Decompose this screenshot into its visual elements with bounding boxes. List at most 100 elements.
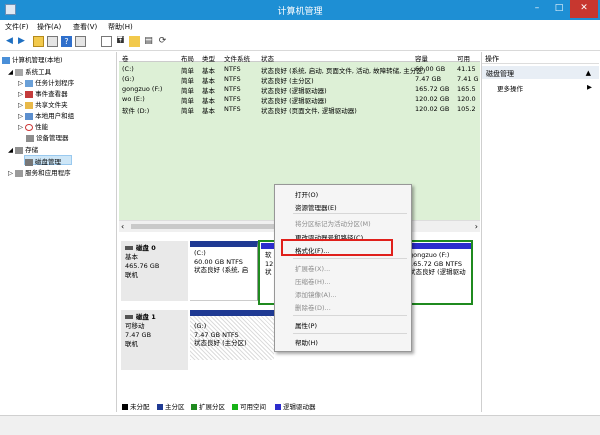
volume-free: 105.2	[457, 105, 476, 113]
toolbar: ◀ ▶ ? 🖬 ▤ ⟳	[0, 33, 600, 51]
tree-device-manager[interactable]: 设备管理器	[26, 132, 69, 142]
menu-bar: 文件(F) 操作(A) 查看(V) 帮助(H)	[0, 20, 600, 33]
menu-item-properties[interactable]: 属性(P)	[295, 320, 317, 330]
volume-status: 状态良好 (页面文件, 逻辑驱动器)	[261, 107, 357, 115]
legend: 未分配 主分区 扩展分区 可用空间 逻辑驱动器	[119, 399, 480, 411]
storage-icon	[15, 146, 24, 154]
folder-icon[interactable]	[129, 36, 140, 47]
table-row[interactable]: (G:) 简单 基本 NTFS 状态良好 (主分区) 7.47 GB 7.41 …	[119, 74, 480, 85]
table-row[interactable]: 软件 (D:) 简单 基本 NTFS 状态良好 (页面文件, 逻辑驱动器) 12…	[119, 104, 480, 115]
up-folder-icon[interactable]	[33, 36, 44, 47]
actions-group-label: 磁盘管理	[486, 70, 514, 78]
volume-name: (C:)	[122, 65, 134, 73]
help-icon[interactable]: ?	[61, 36, 72, 47]
partition-c[interactable]: (C:) 60.00 GB NTFS 状态良好 (系统, 启	[190, 241, 258, 301]
tree-event-viewer[interactable]: ▷ 事件查看器	[18, 88, 68, 98]
back-icon[interactable]: ◀	[4, 36, 15, 47]
volume-type: 基本	[202, 107, 215, 115]
menu-item-shrink[interactable]: 压缩卷(H)...	[295, 276, 331, 286]
show-tree-icon[interactable]	[47, 36, 58, 47]
menu-view[interactable]: 查看(V)	[73, 22, 97, 32]
volume-layout: 简单	[181, 107, 194, 115]
scroll-right-icon[interactable]: ›	[475, 222, 478, 231]
minimize-button[interactable]: –	[526, 0, 548, 18]
legend-label: 主分区	[165, 403, 185, 411]
tree-storage[interactable]: ◢ 存储	[8, 144, 38, 154]
legend-logical: 逻辑驱动器	[275, 401, 316, 411]
disk1-label[interactable]: 磁盘 1 可移动 7.47 GB 联机	[121, 310, 188, 370]
volume-fs: NTFS	[224, 85, 241, 93]
tree-performance[interactable]: ▷ 性能	[18, 121, 48, 131]
scroll-left-icon[interactable]: ‹	[121, 222, 124, 231]
tree-task-scheduler[interactable]: ▷ 任务计划程序	[18, 77, 74, 87]
tree-root[interactable]: 计算机管理(本地)	[2, 54, 63, 64]
legend-label: 逻辑驱动器	[283, 403, 316, 411]
event-viewer-icon	[25, 90, 34, 98]
navigation-tree: 计算机管理(本地) ◢ 系统工具 ▷ 任务计划程序 ▷ 事件查看器 ▷ 共享文件…	[0, 52, 117, 412]
menu-file[interactable]: 文件(F)	[5, 22, 29, 32]
menu-item-explore[interactable]: 资源管理器(E)	[295, 202, 337, 212]
volume-capacity: 120.02 GB	[415, 95, 450, 103]
more-actions-label: 更多操作	[497, 85, 523, 93]
menu-separator	[293, 213, 407, 214]
disk1-state: 联机	[125, 340, 138, 348]
table-row[interactable]: gongzuo (F:) 简单 基本 NTFS 状态良好 (逻辑驱动器) 165…	[119, 84, 480, 95]
menu-item-add-mirror[interactable]: 添加镜像(A)...	[295, 289, 337, 299]
partition-f-status: 状态良好 (逻辑驱动	[409, 268, 466, 276]
disk-icon[interactable]: 🖬	[115, 36, 126, 47]
volume-free: 165.5	[457, 85, 476, 93]
menu-action[interactable]: 操作(A)	[37, 22, 61, 32]
connect-icon[interactable]	[101, 36, 112, 47]
volume-name: 软件 (D:)	[122, 107, 150, 115]
status-bar	[0, 415, 600, 435]
menu-item-extend[interactable]: 扩展卷(X)...	[295, 263, 330, 273]
computer-icon	[2, 56, 10, 64]
legend-label: 扩展分区	[199, 403, 225, 411]
volume-capacity: 120.02 GB	[415, 105, 450, 113]
more-actions[interactable]: 更多操作 ▶	[497, 83, 592, 93]
legend-unallocated: 未分配	[122, 401, 150, 411]
menu-separator	[293, 333, 407, 334]
disk0-label[interactable]: 磁盘 0 基本 465.76 GB 联机	[121, 241, 188, 301]
tree-services[interactable]: ▷ 服务和应用程序	[8, 167, 71, 177]
table-row[interactable]: wo (E:) 简单 基本 NTFS 状态良好 (逻辑驱动器) 120.02 G…	[119, 94, 480, 105]
submenu-arrow-icon: ▶	[587, 83, 592, 91]
partition-f-size: 165.72 GB NTFS	[409, 259, 462, 268]
legend-extended: 扩展分区	[191, 401, 225, 411]
title-bar: 计算机管理 – □ ✕	[0, 0, 600, 20]
properties-icon[interactable]: ▤	[143, 36, 154, 47]
disk0-size: 465.76 GB	[125, 262, 160, 270]
partition-g-status: 状态良好 (主分区)	[194, 339, 247, 347]
disk-management-icon	[25, 158, 33, 166]
close-button[interactable]: ✕	[570, 0, 598, 18]
partition-c-status: 状态良好 (系统, 启	[194, 266, 249, 274]
maximize-button[interactable]: □	[548, 0, 570, 18]
context-menu: 打开(O) 资源管理器(E) 将分区标记为活动分区(M) 更改驱动器号和路径(C…	[274, 184, 412, 352]
actions-group-disk-management[interactable]: 磁盘管理 ▲	[482, 66, 599, 79]
menu-item-mark-active[interactable]: 将分区标记为活动分区(M)	[295, 218, 371, 228]
menu-item-delete[interactable]: 删除卷(D)...	[295, 302, 331, 312]
tree-disk-management[interactable]: 磁盘管理	[24, 155, 72, 166]
disk0-type: 基本	[125, 253, 138, 261]
menu-item-open[interactable]: 打开(O)	[295, 189, 318, 199]
menu-help[interactable]: 帮助(H)	[108, 22, 133, 32]
collapse-icon[interactable]: ▲	[586, 69, 591, 77]
partition-c-size: 60.00 GB NTFS	[194, 257, 243, 266]
disk1-name: 磁盘 1	[136, 313, 156, 321]
show-action-pane-icon[interactable]	[75, 36, 86, 47]
refresh-icon[interactable]: ⟳	[157, 36, 168, 47]
performance-icon	[25, 123, 34, 131]
menu-separator	[293, 315, 407, 316]
tree-system-tools[interactable]: ◢ 系统工具	[8, 66, 51, 76]
tree-local-users[interactable]: ▷ 本地用户和组	[18, 110, 74, 120]
partition-g[interactable]: (G:) 7.47 GB NTFS 状态良好 (主分区)	[190, 310, 274, 360]
volume-fs: NTFS	[224, 105, 241, 113]
table-row[interactable]: (C:) 简单 基本 NTFS 状态良好 (系统, 启动, 页面文件, 活动, …	[119, 64, 480, 75]
services-icon	[15, 169, 24, 177]
tree-shared-folders[interactable]: ▷ 共享文件夹	[18, 99, 68, 109]
legend-free: 可用空间	[232, 401, 266, 411]
forward-icon[interactable]: ▶	[16, 36, 27, 47]
window-title: 计算机管理	[277, 7, 323, 17]
volume-name: (G:)	[122, 75, 135, 83]
menu-item-help[interactable]: 帮助(H)	[295, 337, 318, 347]
